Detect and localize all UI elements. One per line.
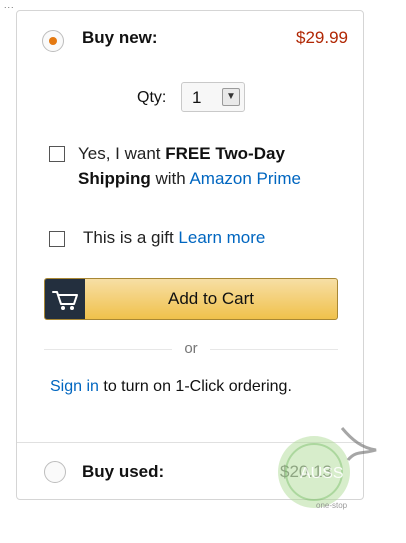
add-to-cart-label: Add to Cart — [168, 289, 254, 308]
amazon-prime-link[interactable]: Amazon Prime — [189, 169, 300, 188]
sign-in-link[interactable]: Sign in — [50, 378, 99, 395]
add-to-cart-button[interactable]: Add to Cart — [44, 278, 338, 320]
prime-option-text: Yes, I want FREE Two-Day Shipping with A… — [78, 141, 358, 191]
gift-text: This is a gift — [83, 228, 179, 247]
buy-used-radio[interactable] — [44, 461, 66, 483]
buy-new-radio[interactable] — [42, 30, 64, 52]
quantity-label: Qty: — [137, 89, 167, 106]
buy-new-price: $29.99 — [296, 28, 348, 47]
prime-text-prefix: Yes, I want — [78, 144, 166, 163]
buy-new-label: Buy new: — [82, 28, 158, 47]
one-click-signin: Sign in to turn on 1-Click ordering. — [50, 378, 292, 396]
watermark-subtext: one-stop — [316, 501, 348, 510]
quantity-select[interactable]: 1 ▼ — [181, 82, 245, 112]
buy-new-option[interactable]: Buy new: $29.99 — [26, 26, 348, 56]
chevron-down-icon[interactable]: ▼ — [222, 88, 240, 106]
corner-mark: ... — [4, 0, 15, 10]
cart-icon — [45, 279, 85, 319]
prime-text-middle: with — [150, 169, 190, 188]
prime-checkbox[interactable] — [49, 146, 65, 162]
watermark-text: AUSS — [300, 465, 344, 482]
watermark-logo: AUSS one-stop — [272, 420, 392, 520]
gift-option-text: This is a gift Learn more — [83, 228, 265, 248]
one-click-text: to turn on 1-Click ordering. — [98, 378, 292, 395]
quantity-value: 1 — [192, 88, 202, 107]
gift-checkbox[interactable] — [49, 231, 65, 247]
buy-used-label: Buy used: — [82, 462, 165, 481]
or-divider: or — [44, 340, 338, 358]
or-text: or — [184, 340, 198, 357]
gift-learn-more-link[interactable]: Learn more — [178, 228, 265, 247]
